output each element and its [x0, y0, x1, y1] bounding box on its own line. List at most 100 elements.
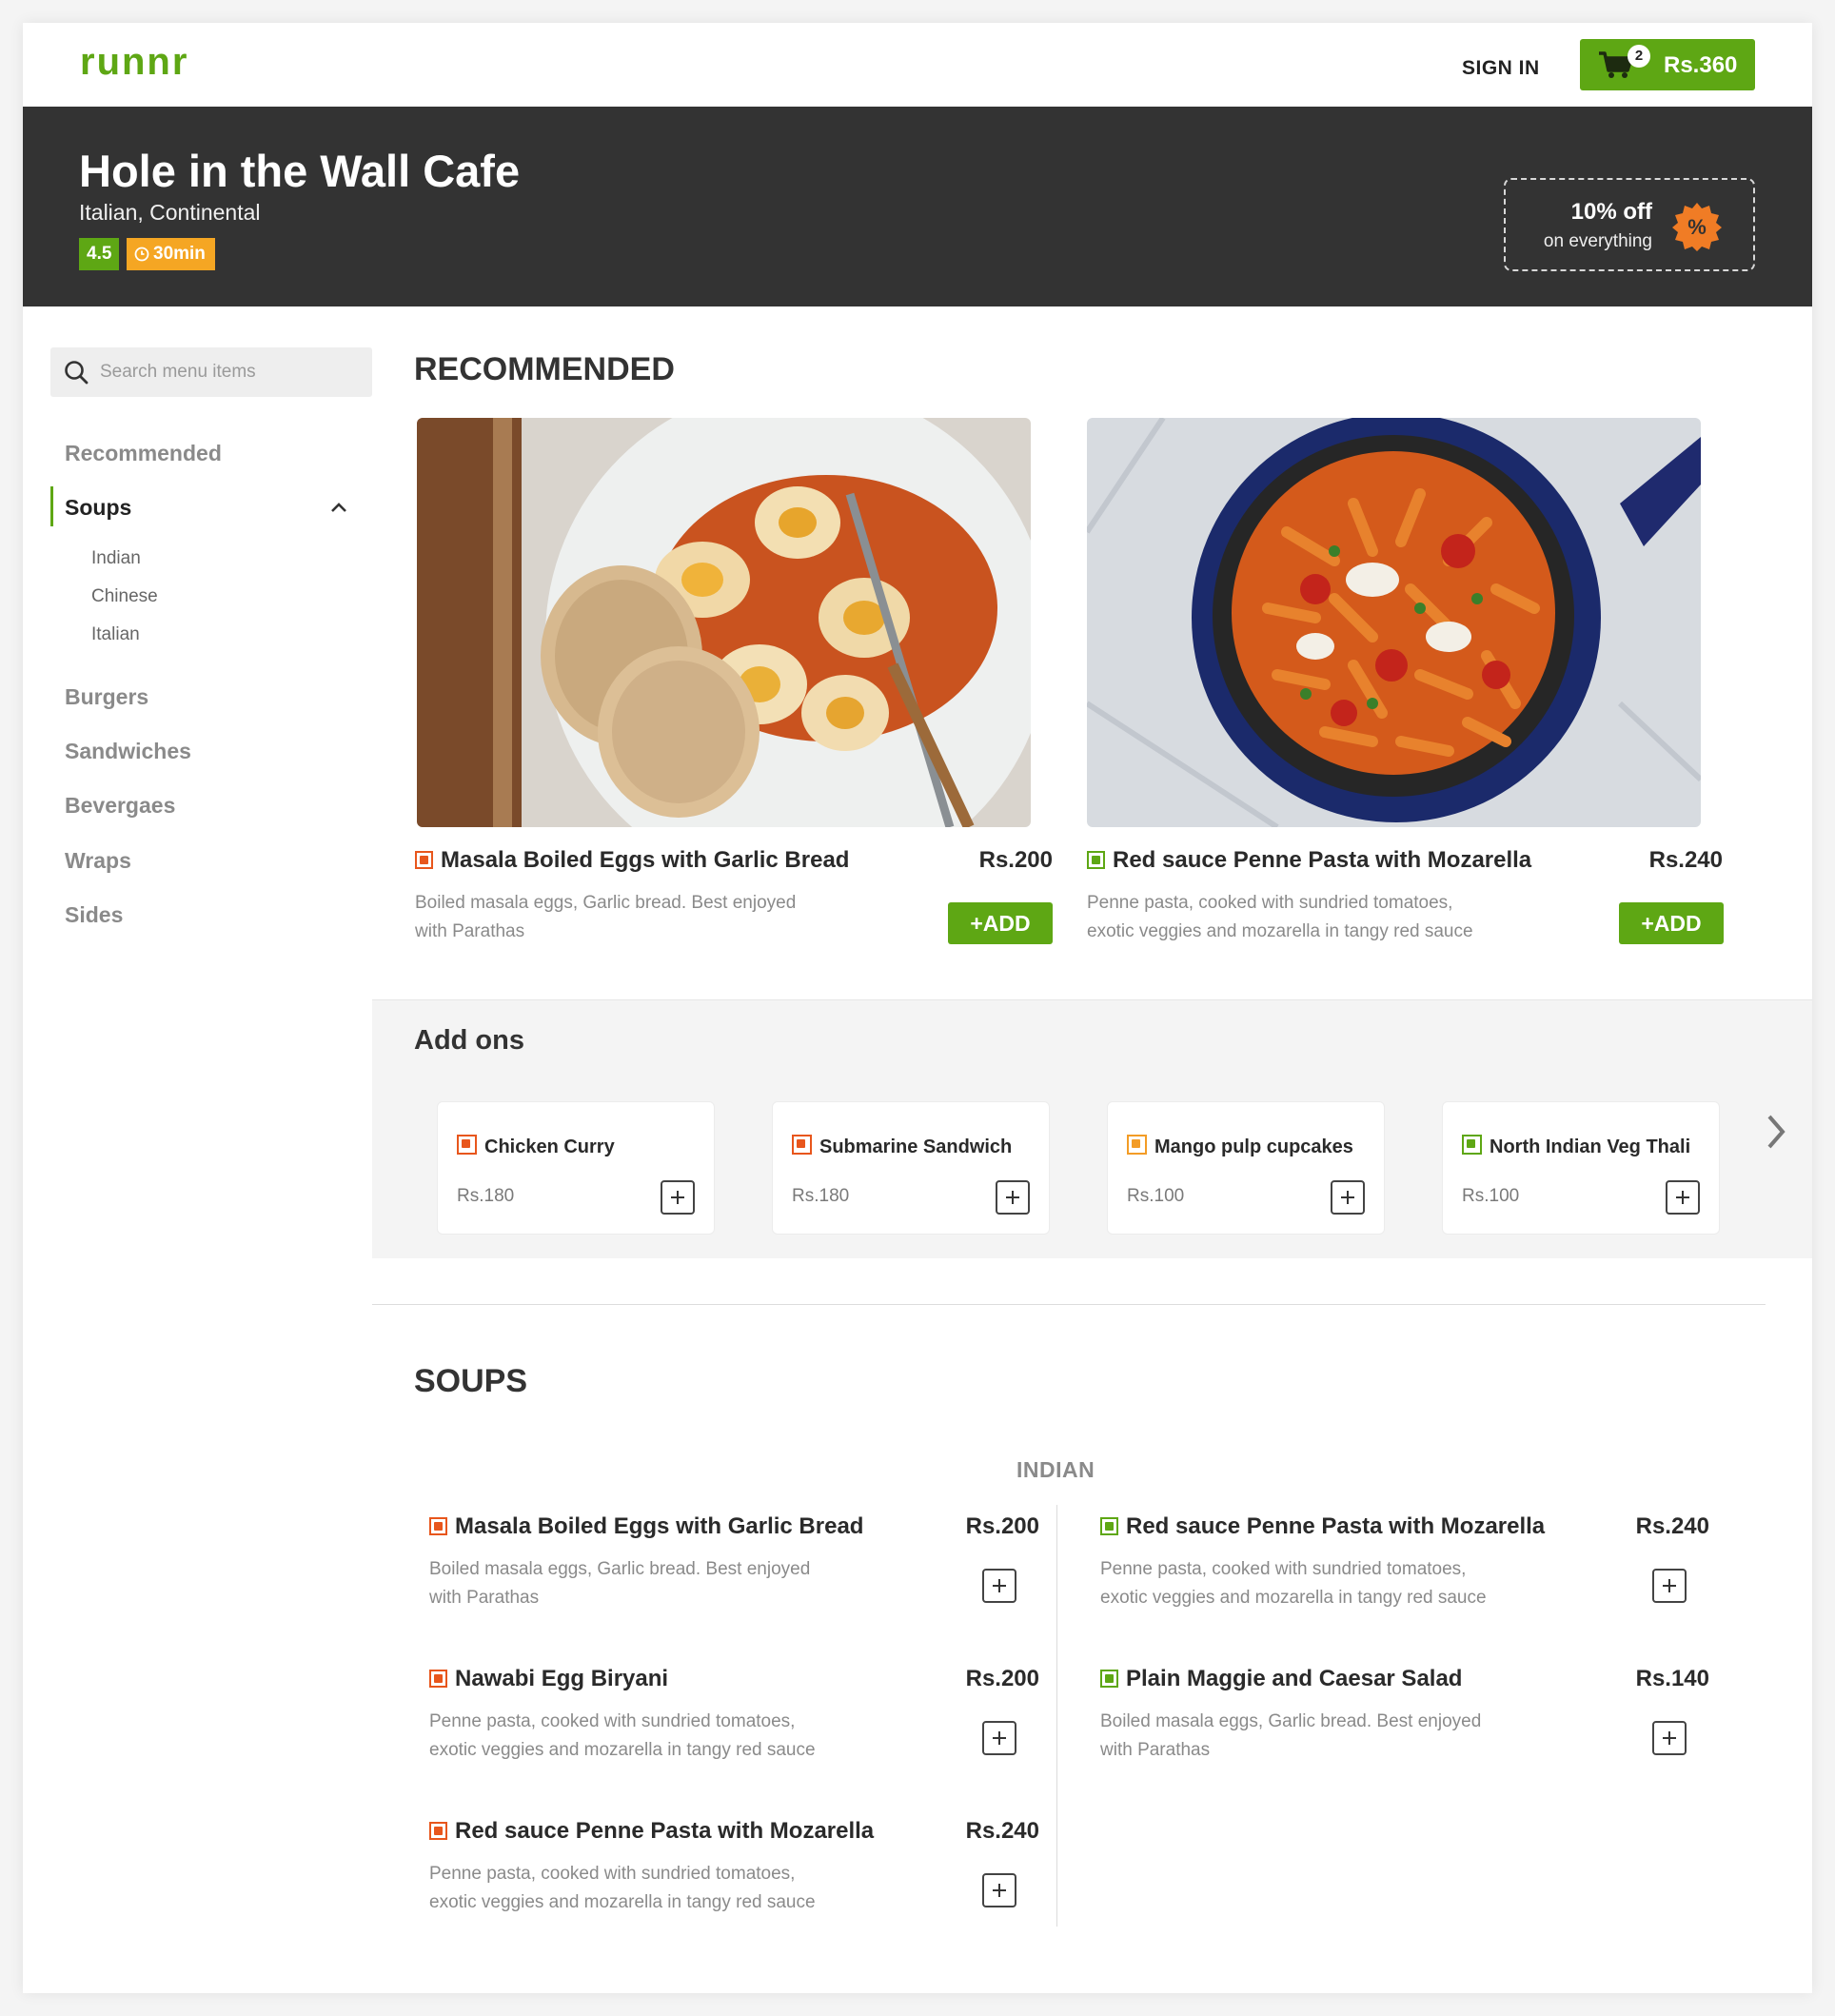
- food-image-eggs[interactable]: [417, 418, 1031, 827]
- addons-section: Add ons Chicken Curry Rs.180 Submarine S…: [372, 999, 1812, 1258]
- addon-card[interactable]: Chicken Curry Rs.180: [437, 1101, 715, 1235]
- runnr-logo[interactable]: runnr: [80, 40, 198, 87]
- addon-price: Rs.180: [457, 1186, 515, 1206]
- cart-count-badge: 2: [1628, 45, 1650, 68]
- add-addon-button[interactable]: [996, 1180, 1030, 1215]
- menu-item-description: Boiled masala eggs, Garlic bread. Best e…: [429, 1559, 811, 1608]
- add-addon-button[interactable]: [1331, 1180, 1365, 1215]
- delivery-time: 30min: [153, 244, 206, 264]
- recommended-item-description: Penne pasta, cooked with sundried tomato…: [1087, 893, 1473, 941]
- addon-price: Rs.180: [792, 1186, 850, 1206]
- restaurant-name: Hole in the Wall Cafe: [79, 146, 521, 196]
- recommended-item-price: Rs.200: [978, 847, 1053, 873]
- veg-icon: [1100, 1670, 1118, 1688]
- add-item-button[interactable]: [982, 1873, 1016, 1907]
- sidebar-item-recommended[interactable]: Recommended: [65, 441, 222, 466]
- menu-item-price: Rs.240: [965, 1818, 1039, 1844]
- addon-price: Rs.100: [1127, 1186, 1185, 1206]
- section-title-recommended: RECOMMENDED: [414, 351, 675, 387]
- add-item-button[interactable]: [982, 1569, 1016, 1603]
- menu-item-price: Rs.200: [965, 1513, 1039, 1539]
- clock-icon: [134, 247, 149, 262]
- add-item-button[interactable]: [1652, 1569, 1687, 1603]
- recommended-item-name[interactable]: Red sauce Penne Pasta with Mozarella: [1087, 847, 1531, 874]
- non-veg-icon: [457, 1135, 477, 1155]
- percent-icon: %: [1671, 201, 1723, 257]
- menu-item-price: Rs.140: [1635, 1666, 1709, 1691]
- non-veg-icon: [792, 1135, 812, 1155]
- page: runnr SIGN IN 2 Rs.360 Hole in the Wall …: [23, 23, 1812, 1993]
- restaurant-header: Hole in the Wall Cafe Italian, Continent…: [23, 107, 1812, 306]
- veg-icon: [1087, 851, 1105, 869]
- menu-item-name[interactable]: Red sauce Penne Pasta with Mozarella: [1100, 1513, 1545, 1540]
- addon-name: Chicken Curry: [457, 1135, 615, 1158]
- menu-item-name[interactable]: Masala Boiled Eggs with Garlic Bread: [429, 1513, 863, 1540]
- non-veg-icon: [429, 1517, 447, 1535]
- sidebar-item-soups[interactable]: Soups: [65, 495, 131, 521]
- addon-card[interactable]: Submarine Sandwich Rs.180: [772, 1101, 1050, 1235]
- addon-card[interactable]: Mango pulp cupcakes Rs.100: [1107, 1101, 1385, 1235]
- menu-item-description: Penne pasta, cooked with sundried tomato…: [429, 1864, 816, 1912]
- addon-name: North Indian Veg Thali: [1462, 1135, 1690, 1158]
- cart-button[interactable]: 2 Rs.360: [1580, 39, 1755, 90]
- food-image-pasta[interactable]: [1087, 418, 1701, 827]
- sidebar-item-sides[interactable]: Sides: [65, 902, 123, 928]
- svg-text:%: %: [1687, 215, 1707, 239]
- menu-item-price: Rs.240: [1635, 1513, 1709, 1539]
- sidebar-subitem-chinese[interactable]: Chinese: [91, 586, 158, 607]
- veg-icon: [1462, 1135, 1482, 1155]
- sidebar-subitem-italian[interactable]: Italian: [91, 624, 140, 645]
- offer-title: 10% off: [1570, 199, 1652, 225]
- column-divider: [1056, 1505, 1057, 1927]
- offer-box: 10% off on everything %: [1504, 178, 1755, 271]
- section-divider: [372, 1304, 1766, 1305]
- sidebar-item-sandwiches[interactable]: Sandwiches: [65, 739, 191, 764]
- add-button[interactable]: +ADD: [1619, 902, 1724, 944]
- menu-item-price: Rs.200: [965, 1666, 1039, 1691]
- delivery-time-badge: 30min: [127, 238, 215, 270]
- offer-subtitle: on everything: [1543, 231, 1652, 251]
- veg-icon: [1100, 1517, 1118, 1535]
- search-input[interactable]: [100, 347, 357, 397]
- menu-item-description: Penne pasta, cooked with sundried tomato…: [429, 1711, 816, 1760]
- menu-item-name[interactable]: Red sauce Penne Pasta with Mozarella: [429, 1818, 874, 1845]
- recommended-item-price: Rs.240: [1648, 847, 1723, 873]
- non-veg-icon: [429, 1670, 447, 1688]
- subsection-title-indian: INDIAN: [1016, 1457, 1095, 1482]
- addons-title: Add ons: [414, 1025, 524, 1056]
- recommended-item-name[interactable]: Masala Boiled Eggs with Garlic Bread: [415, 847, 849, 874]
- addon-card[interactable]: North Indian Veg Thali Rs.100: [1442, 1101, 1720, 1235]
- non-veg-icon: [415, 851, 433, 869]
- section-title-soups: SOUPS: [414, 1363, 528, 1399]
- svg-text:runnr: runnr: [80, 41, 188, 82]
- search-icon: [63, 359, 89, 390]
- add-item-button[interactable]: [1652, 1721, 1687, 1755]
- chevron-up-icon[interactable]: [330, 501, 347, 518]
- addon-name: Mango pulp cupcakes: [1127, 1135, 1353, 1158]
- sidebar-item-beverages[interactable]: Bevergaes: [65, 793, 175, 819]
- chevron-right-icon[interactable]: [1764, 1113, 1788, 1156]
- add-button[interactable]: +ADD: [948, 902, 1053, 944]
- addon-name: Submarine Sandwich: [792, 1135, 1012, 1158]
- restaurant-cuisine: Italian, Continental: [79, 200, 261, 225]
- menu-item-name[interactable]: Plain Maggie and Caesar Salad: [1100, 1666, 1462, 1692]
- top-bar: runnr SIGN IN 2 Rs.360: [23, 23, 1812, 107]
- menu-item-name[interactable]: Nawabi Egg Biryani: [429, 1666, 668, 1692]
- sidebar-subitem-indian[interactable]: Indian: [91, 548, 141, 569]
- active-nav-indicator: [50, 486, 53, 526]
- menu-item-description: Penne pasta, cooked with sundried tomato…: [1100, 1559, 1487, 1608]
- menu-item-description: Boiled masala eggs, Garlic bread. Best e…: [1100, 1711, 1482, 1760]
- egg-icon: [1127, 1135, 1147, 1155]
- add-addon-button[interactable]: [1666, 1180, 1700, 1215]
- add-item-button[interactable]: [982, 1721, 1016, 1755]
- sign-in-link[interactable]: SIGN IN: [1462, 57, 1540, 80]
- search-bar: [50, 347, 372, 397]
- non-veg-icon: [429, 1822, 447, 1840]
- cart-total: Rs.360: [1664, 52, 1738, 78]
- sidebar-item-burgers[interactable]: Burgers: [65, 684, 148, 710]
- recommended-item-description: Boiled masala eggs, Garlic bread. Best e…: [415, 893, 797, 941]
- addon-price: Rs.100: [1462, 1186, 1520, 1206]
- add-addon-button[interactable]: [661, 1180, 695, 1215]
- sidebar-item-wraps[interactable]: Wraps: [65, 848, 131, 874]
- rating-badge: 4.5: [79, 238, 120, 270]
